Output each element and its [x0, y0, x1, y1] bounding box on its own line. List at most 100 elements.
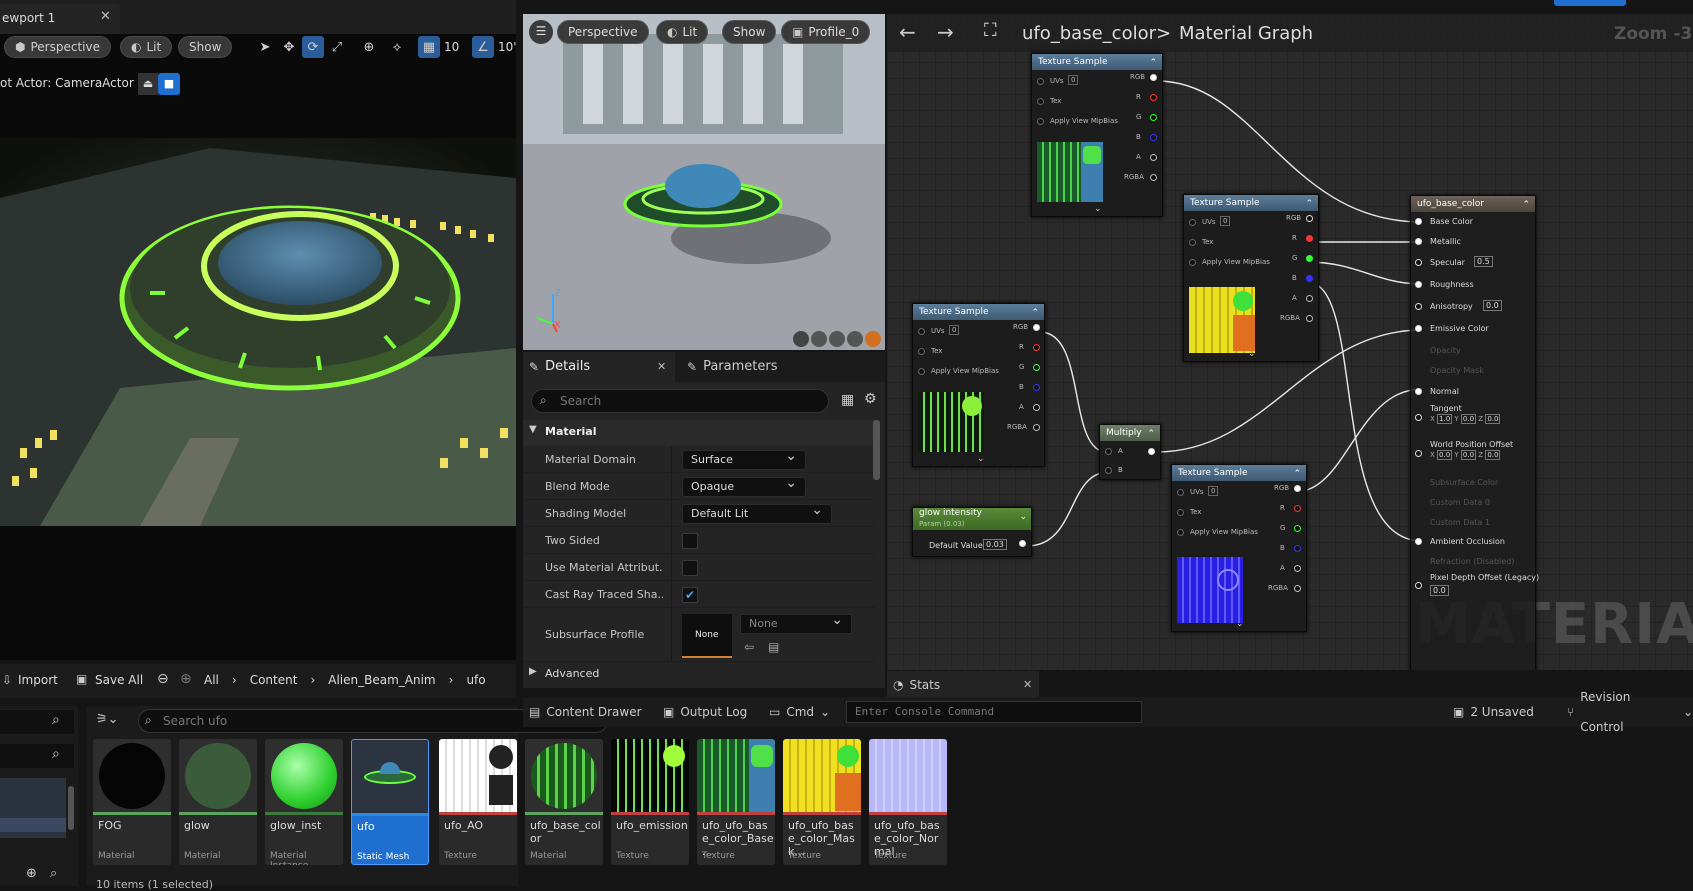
cmd-dropdown[interactable]: ▭ Cmd ⌄	[769, 697, 830, 727]
asset-tile[interactable]: ufo_ufo_base_color_Base... Texture	[697, 739, 775, 865]
input-pin[interactable]	[1415, 414, 1422, 421]
input-pin[interactable]	[1415, 281, 1422, 288]
selected-folder[interactable]	[0, 818, 66, 832]
preview-viewport[interactable]: Z X ☰ Perspective ◐ Lit Show ▣ Profile_0	[523, 14, 885, 350]
viewport-scene[interactable]	[0, 138, 516, 526]
lit-button[interactable]: ◐ Lit	[120, 36, 173, 58]
output-pin[interactable]	[1294, 485, 1301, 492]
subsurface-dropdown[interactable]: None	[740, 611, 852, 634]
output-pin[interactable]	[1150, 94, 1157, 101]
gear-icon[interactable]: ⚙	[864, 391, 877, 407]
texture-sample-node[interactable]: Texture Sample UVs 0 Tex Apply View MipBi…	[1031, 53, 1163, 217]
output-pin[interactable]	[1033, 404, 1040, 411]
plane-icon[interactable]	[829, 331, 845, 347]
rotate-icon[interactable]: ⟳	[302, 36, 324, 58]
tangent-z[interactable]: 0.0	[1485, 414, 1501, 424]
close-icon[interactable]: ✕	[100, 9, 111, 24]
two-sided-checkbox[interactable]	[682, 533, 698, 549]
input-pin[interactable]	[1189, 219, 1196, 226]
blend-mode-dropdown[interactable]: Opaque	[682, 474, 806, 497]
input-pin[interactable]	[1415, 388, 1422, 395]
uv-value[interactable]: 0	[949, 325, 960, 335]
import-icon[interactable]: ⇩	[2, 673, 12, 687]
save-icon[interactable]: ▣	[76, 672, 87, 686]
cube-icon[interactable]	[847, 331, 863, 347]
breadcrumb-item[interactable]: Content	[250, 673, 298, 687]
asset-tile[interactable]: ufo_AO Texture	[439, 739, 517, 865]
uv-value[interactable]: 0	[1220, 216, 1231, 226]
move-icon[interactable]: ✥	[278, 36, 300, 58]
output-pin[interactable]	[1294, 505, 1301, 512]
asset-tile[interactable]: ufo_ufo_base_color_Normal Texture	[869, 739, 947, 865]
preview-show-button[interactable]: Show	[722, 20, 777, 44]
output-pin[interactable]	[1150, 114, 1157, 121]
close-icon[interactable]: ✕	[1023, 670, 1032, 700]
input-pin[interactable]	[1177, 489, 1184, 496]
material-result-node[interactable]: ufo_base_color Base Color Metallic Specu…	[1410, 195, 1539, 670]
output-pin[interactable]	[1019, 540, 1026, 547]
output-pin[interactable]	[1033, 344, 1040, 351]
wpo-y[interactable]: 0.0	[1460, 450, 1477, 460]
input-pin[interactable]	[1415, 303, 1422, 310]
breadcrumb-item[interactable]: ufo	[466, 673, 485, 687]
chevron-down-icon[interactable]: ⌄	[1236, 619, 1244, 629]
world-icon[interactable]: ⊕	[358, 36, 380, 58]
output-pin[interactable]	[1306, 215, 1313, 222]
wpo-z[interactable]: 0.0	[1485, 450, 1501, 460]
scale-icon[interactable]: ⤢	[326, 36, 348, 58]
input-pin[interactable]	[1105, 448, 1112, 455]
param-default-value[interactable]: 0.03	[983, 539, 1007, 550]
input-pin[interactable]	[1189, 239, 1196, 246]
surface-snap-icon[interactable]: ⟡	[386, 36, 408, 58]
output-pin[interactable]	[1294, 585, 1301, 592]
parameters-tab[interactable]: ✎ Parameters	[687, 352, 777, 382]
details-search-input[interactable]: ⌕ Search	[531, 389, 829, 413]
input-pin[interactable]	[1189, 259, 1196, 266]
content-drawer-button[interactable]: ▤ Content Drawer	[529, 697, 642, 727]
asset-tile[interactable]: ufo_base_color Material	[525, 739, 603, 865]
viewport-tab[interactable]: ewport 1 ✕	[0, 4, 120, 34]
output-pin[interactable]	[1306, 315, 1313, 322]
sources-search[interactable]: ⌕	[0, 710, 74, 734]
output-pin[interactable]	[1033, 324, 1040, 331]
cylinder-icon[interactable]	[793, 331, 809, 347]
advanced-section-header[interactable]: ▶ Advanced	[523, 662, 875, 688]
angle-snap-icon[interactable]: ∠	[472, 36, 494, 58]
preview-shape-buttons[interactable]	[793, 331, 881, 347]
input-pin[interactable]	[1415, 325, 1422, 332]
console-input[interactable]: Enter Console Command	[846, 701, 1142, 723]
breadcrumb-item[interactable]: Alien_Beam_Anim	[328, 673, 435, 687]
history-back-icon[interactable]: ⊖	[157, 671, 169, 687]
cast-ray-traced-checkbox[interactable]: ✔	[682, 587, 698, 603]
output-pin[interactable]	[1033, 384, 1040, 391]
input-pin[interactable]	[1415, 238, 1422, 245]
output-pin[interactable]	[1033, 364, 1040, 371]
output-pin[interactable]	[1294, 565, 1301, 572]
output-pin[interactable]	[1033, 424, 1040, 431]
asset-tile[interactable]: ufo_ufo_base_color_Mask... Texture	[783, 739, 861, 865]
browse-arrow-icon[interactable]: ⇦	[744, 640, 754, 654]
asset-tile-selected[interactable]: ufo Static Mesh	[351, 739, 429, 865]
chevron-down-icon[interactable]: ⌄	[977, 454, 985, 464]
input-pin[interactable]	[1415, 218, 1422, 225]
chevron-down-icon[interactable]: ⌄	[1094, 204, 1102, 214]
input-pin[interactable]	[1415, 450, 1422, 457]
uv-value[interactable]: 0	[1208, 486, 1219, 496]
input-pin[interactable]	[1177, 509, 1184, 516]
output-pin[interactable]	[1150, 134, 1157, 141]
input-pin[interactable]	[1105, 467, 1112, 474]
sphere-icon[interactable]	[811, 331, 827, 347]
preview-profile-button[interactable]: ▣ Profile_0	[781, 20, 871, 44]
grid-snap-icon[interactable]: ▦	[418, 36, 440, 58]
asset-tile[interactable]: FOG Material	[93, 739, 171, 865]
asset-tile[interactable]: glow_inst Material Instance	[265, 739, 343, 865]
multiply-node[interactable]: Multiply A B	[1099, 424, 1161, 480]
camera-icon[interactable]: ■	[158, 73, 180, 95]
revision-control-button[interactable]: ⑂ Revision Control ⌄	[1567, 690, 1693, 734]
texture-sample-node[interactable]: Texture Sample UVs 0 Tex Apply View MipBi…	[1171, 464, 1307, 632]
output-pin[interactable]	[1150, 154, 1157, 161]
chevron-down-icon[interactable]: ⌄	[1248, 349, 1256, 359]
preview-perspective-button[interactable]: Perspective	[557, 20, 649, 44]
specular-value[interactable]: 0.5	[1474, 256, 1493, 267]
output-pin[interactable]	[1306, 275, 1313, 282]
